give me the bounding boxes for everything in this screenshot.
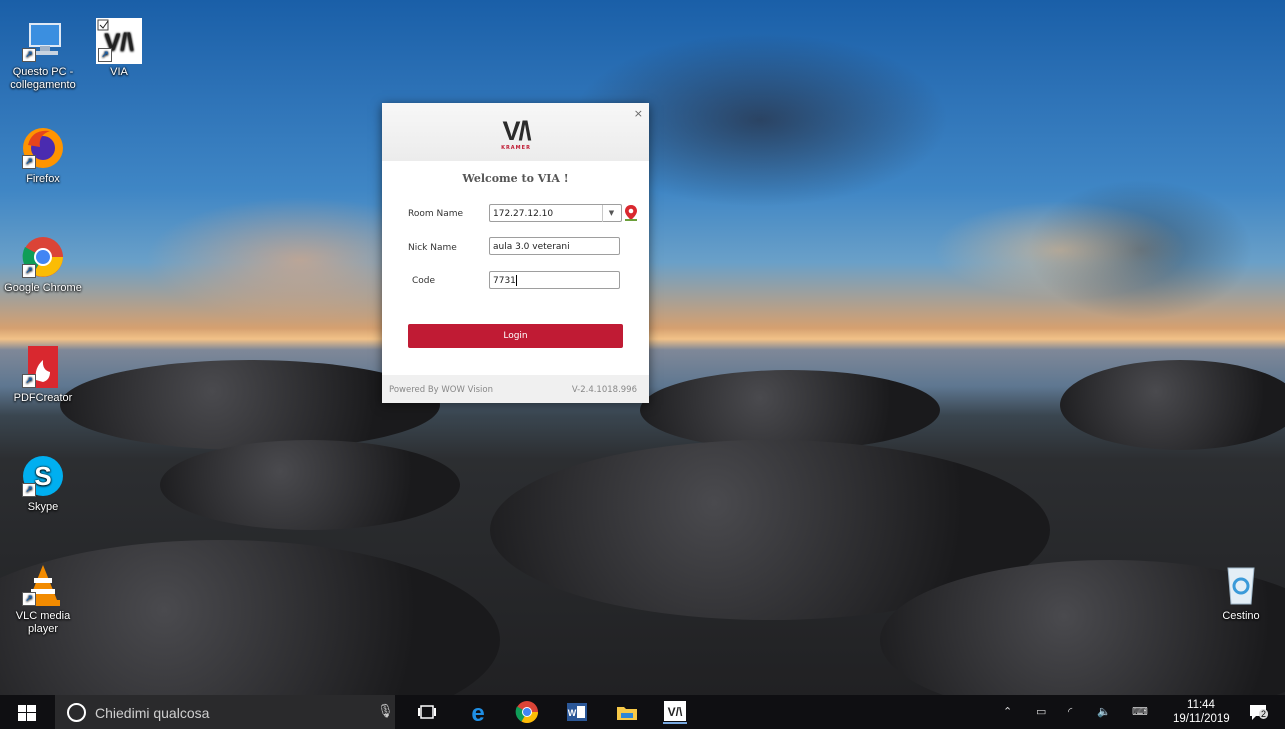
icon-label: Google Chrome	[4, 282, 82, 294]
microphone-icon[interactable]: 🎙	[377, 703, 394, 719]
task-view-button[interactable]	[415, 700, 439, 724]
desktop-icon-pdfcreator[interactable]: ↗ PDFCreator	[0, 344, 86, 405]
icon-label: Cestino	[1222, 610, 1260, 622]
text-cursor	[515, 275, 517, 286]
svg-text:W: W	[568, 708, 577, 718]
nick-name-value: aula 3.0 veterani	[493, 242, 570, 252]
desktop-icon-chrome[interactable]: ↗ Google Chrome	[0, 234, 86, 295]
desktop-icon-skype[interactable]: S ↗ Skype	[0, 453, 86, 514]
version-text: V-2.4.1018.996	[571, 385, 637, 395]
icon-label: Questo PC - collegamento	[10, 66, 76, 91]
edge-icon: e	[471, 700, 484, 727]
via-login-dialog: V/\ KRAMER × Welcome to VIA ! Room Name …	[382, 103, 649, 403]
shortcut-arrow-icon: ↗	[22, 592, 36, 606]
login-button[interactable]: Login	[408, 324, 623, 348]
room-name-value: 172.27.12.10	[493, 209, 554, 219]
rock	[160, 440, 460, 530]
windows-logo-icon	[18, 705, 36, 721]
dialog-footer: Powered By WOW Vision V-2.4.1018.996	[382, 375, 649, 403]
firefox-icon: ↗	[20, 125, 66, 171]
start-button[interactable]	[18, 705, 36, 721]
rock	[1060, 360, 1285, 450]
chrome-icon	[515, 701, 538, 723]
clock[interactable]: 11:44 19/11/2019	[1173, 698, 1230, 726]
icon-label: VLC media player	[15, 610, 71, 635]
icon-label: PDFCreator	[13, 392, 73, 404]
desktop: ↗ Questo PC - collegamento V/\ ↗ VIA ↗ F…	[0, 0, 1285, 729]
taskbar: Chiedimi qualcosa 🎙 e W V/\ ⌃ ▭ ◜ 🔈 ⌨ 11…	[0, 695, 1285, 729]
shortcut-arrow-icon: ↗	[22, 483, 36, 497]
logo-main: V/\	[502, 116, 531, 146]
via-icon: V/\ ↗	[96, 18, 142, 64]
shortcut-arrow-icon: ↗	[22, 264, 36, 278]
cortana-icon	[67, 703, 86, 722]
clock-date: 19/11/2019	[1173, 713, 1230, 725]
computer-icon: ↗	[20, 18, 66, 64]
code-label: Code	[412, 276, 436, 286]
shortcut-arrow-icon: ↗	[98, 48, 112, 62]
word-icon: W	[567, 703, 587, 721]
chevron-up-icon[interactable]: ⌃	[1003, 705, 1012, 718]
code-value: 7731	[493, 276, 516, 286]
svg-text:e: e	[471, 700, 484, 724]
taskbar-word[interactable]: W	[565, 700, 589, 724]
desktop-icon-firefox[interactable]: ↗ Firefox	[0, 125, 86, 186]
shortcut-arrow-icon: ↗	[22, 48, 36, 62]
task-view-icon	[418, 705, 436, 719]
room-name-label: Room Name	[408, 209, 464, 219]
svg-text:S: S	[34, 461, 51, 491]
notification-count: 2	[1259, 709, 1269, 719]
clock-time: 11:44	[1187, 699, 1215, 711]
volume-icon[interactable]: 🔈	[1097, 705, 1111, 718]
shortcut-arrow-icon: ↗	[22, 155, 36, 169]
taskbar-chrome[interactable]	[515, 700, 539, 724]
code-input[interactable]: 7731	[489, 271, 620, 289]
chrome-icon: ↗	[20, 234, 66, 280]
via-icon: V/\	[664, 701, 686, 721]
desktop-icon-recycle-bin[interactable]: Cestino	[1198, 562, 1284, 623]
recycle-bin-icon	[1218, 562, 1264, 608]
notification-center-button[interactable]: 2	[1249, 703, 1273, 723]
battery-icon[interactable]: ▭	[1036, 705, 1046, 718]
taskbar-edge[interactable]: e	[466, 700, 490, 727]
file-explorer-icon	[617, 707, 637, 720]
powered-by-text: Powered By WOW Vision	[389, 385, 493, 395]
taskbar-via[interactable]: V/\	[663, 700, 687, 724]
chevron-down-icon[interactable]: ▼	[602, 205, 620, 222]
search-placeholder: Chiedimi qualcosa	[95, 705, 210, 721]
taskbar-file-explorer[interactable]	[615, 700, 639, 724]
svg-text:V/\: V/\	[668, 705, 683, 719]
dialog-header: V/\ KRAMER ×	[382, 103, 649, 161]
rock	[640, 370, 940, 450]
welcome-title: Welcome to VIA !	[462, 172, 569, 185]
close-button[interactable]: ×	[634, 107, 643, 120]
via-logo: V/\ KRAMER	[492, 117, 540, 153]
location-pin-icon[interactable]	[625, 205, 637, 221]
skype-icon: S ↗	[20, 453, 66, 499]
desktop-icon-vlc[interactable]: ↗ VLC media player	[0, 562, 86, 636]
pdfcreator-icon: ↗	[20, 344, 66, 390]
shortcut-arrow-icon: ↗	[22, 374, 36, 388]
search-box[interactable]: Chiedimi qualcosa 🎙	[55, 695, 395, 729]
desktop-icon-computer[interactable]: ↗ Questo PC - collegamento	[0, 18, 86, 92]
icon-label: VIA	[110, 66, 128, 78]
desktop-icon-via[interactable]: V/\ ↗ VIA	[76, 18, 162, 79]
icon-label: Firefox	[26, 173, 60, 185]
icon-label: Skype	[27, 501, 59, 513]
keyboard-icon[interactable]: ⌨	[1132, 705, 1148, 718]
vlc-icon: ↗	[20, 562, 66, 608]
nick-name-input[interactable]: aula 3.0 veterani	[489, 237, 620, 255]
logo-sub: KRAMER	[501, 145, 531, 151]
nick-name-label: Nick Name	[408, 243, 457, 253]
wifi-icon[interactable]: ◜	[1068, 705, 1072, 718]
